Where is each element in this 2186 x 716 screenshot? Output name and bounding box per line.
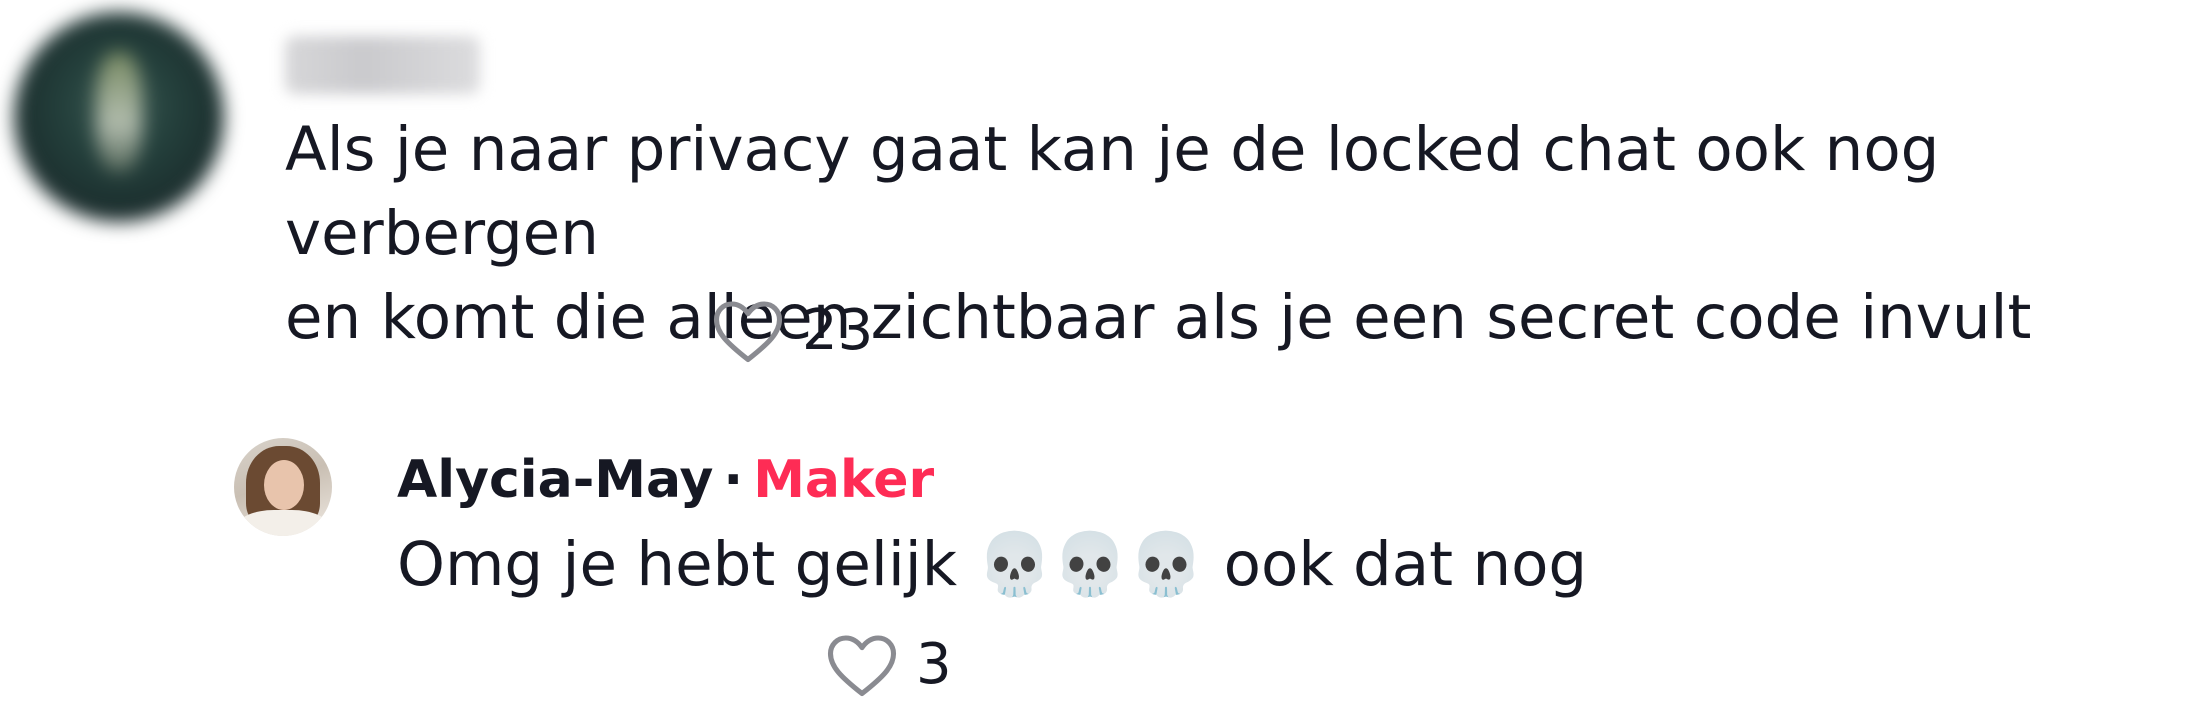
comment-text: Als je naar privacy gaat kan je de locke… [285,114,2032,353]
reply-separator: · [723,450,744,510]
reply-author-name[interactable]: Alycia-May [397,450,713,510]
commenter-username-blurred[interactable] [285,36,480,94]
heart-icon[interactable] [826,632,898,698]
reply-header: Alycia-May · Maker [397,448,934,512]
creator-badge: Maker [753,450,935,510]
comment-like-button[interactable]: 23 [712,298,873,364]
commenter-avatar[interactable] [14,12,224,222]
reply-like-button[interactable]: 3 [826,632,952,698]
comment-like-count: 23 [802,298,874,363]
reply-text: Omg je hebt gelijk 💀💀💀 ook dat nog [397,529,1588,600]
reply-author-avatar[interactable] [234,438,332,536]
reply-like-count: 3 [916,632,952,697]
heart-icon[interactable] [712,298,784,364]
